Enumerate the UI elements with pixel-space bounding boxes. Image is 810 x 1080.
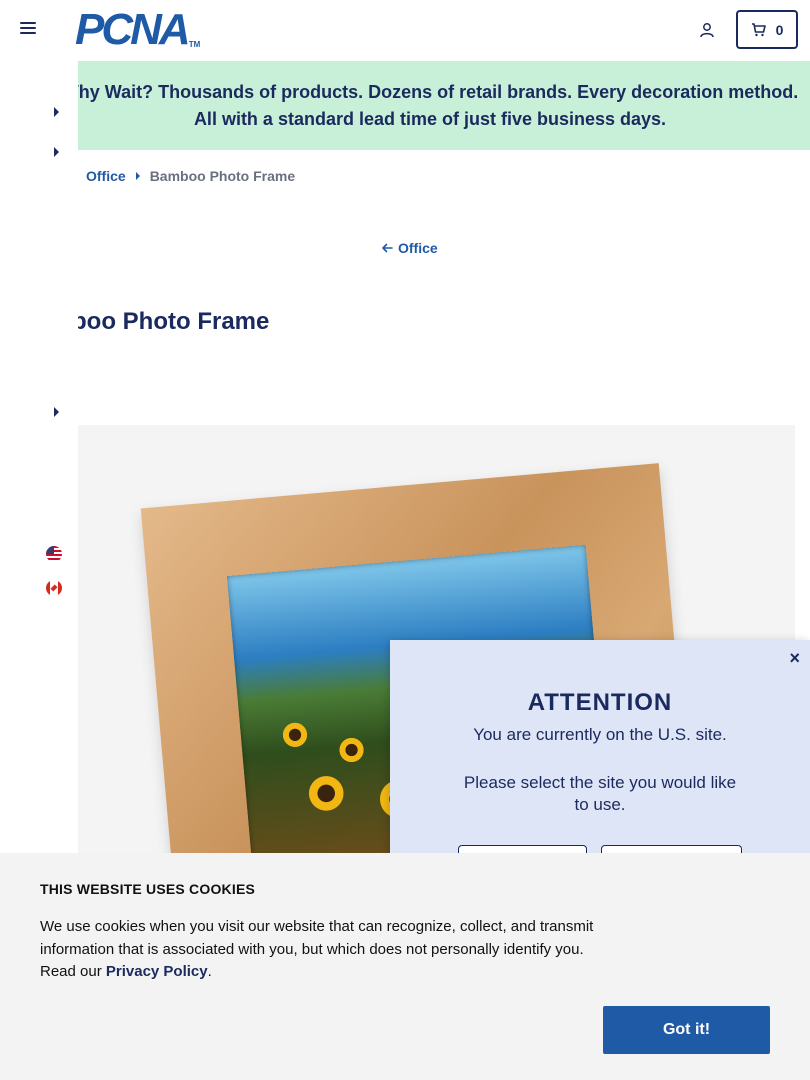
- promo-banner-text: Why Wait? Thousands of products. Dozens …: [61, 81, 799, 129]
- site-select-modal: × ATTENTION You are currently on the U.S…: [390, 640, 810, 865]
- chevron-right-icon[interactable]: [54, 407, 59, 417]
- back-link-label: Office: [398, 240, 438, 256]
- left-rail: [0, 61, 78, 861]
- logo-wordmark: PCNA: [75, 5, 191, 54]
- attention-prompt: Please select the site you would like to…: [463, 773, 737, 814]
- breadcrumb-current: Bamboo Photo Frame: [149, 168, 296, 184]
- close-icon[interactable]: ×: [789, 648, 800, 669]
- cart-button[interactable]: 0: [736, 10, 798, 49]
- us-flag-icon[interactable]: [46, 546, 62, 562]
- site-header: PCNA TM 0: [0, 0, 810, 61]
- attention-title: ATTENTION: [527, 689, 673, 716]
- logo-trademark: TM: [188, 40, 201, 49]
- back-to-office-link[interactable]: Office: [381, 240, 438, 256]
- hamburger-icon[interactable]: [20, 22, 36, 38]
- cookie-text: We use cookies when you visit our websit…: [40, 916, 605, 984]
- canada-flag-icon[interactable]: [46, 580, 62, 596]
- chevron-right-icon[interactable]: [54, 147, 59, 157]
- user-icon[interactable]: [699, 22, 715, 38]
- chevron-right-icon[interactable]: [54, 107, 59, 117]
- cookie-heading: THIS WEBSITE USES COOKIES: [40, 881, 256, 897]
- breadcrumb-office[interactable]: Office: [86, 168, 126, 184]
- got-it-button[interactable]: Got it!: [603, 1006, 770, 1054]
- promo-banner: Why Wait? Thousands of products. Dozens …: [40, 61, 810, 150]
- cart-count: 0: [775, 21, 784, 38]
- breadcrumb: Office Bamboo Photo Frame: [86, 168, 295, 184]
- arrow-left-icon: [382, 243, 393, 253]
- breadcrumb-separator-icon: [135, 172, 140, 180]
- pcna-logo[interactable]: PCNA TM: [75, 5, 201, 54]
- privacy-policy-link[interactable]: Privacy Policy: [106, 963, 208, 980]
- cookie-body-end: .: [207, 963, 212, 980]
- cart-icon: [751, 22, 766, 36]
- cookie-banner: THIS WEBSITE USES COOKIES We use cookies…: [0, 853, 810, 1080]
- attention-message: You are currently on the U.S. site.: [473, 725, 727, 744]
